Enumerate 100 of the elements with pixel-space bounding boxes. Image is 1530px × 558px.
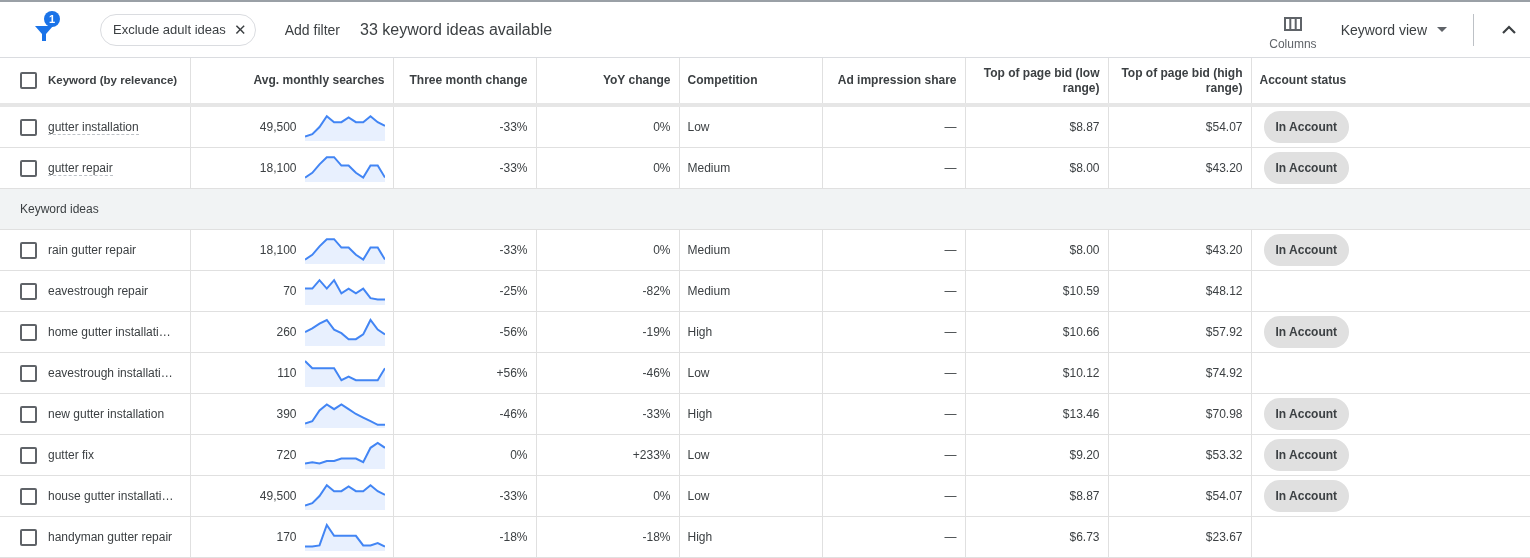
- table-cell: Low: [687, 120, 710, 134]
- column-header[interactable]: Three month change: [401, 73, 528, 88]
- table-cell: Medium: [687, 243, 731, 257]
- table-cell: —: [944, 325, 957, 339]
- keyword-text: gutter repair: [48, 161, 113, 176]
- table-cell: —: [944, 284, 957, 298]
- status-chip: In Account: [1263, 111, 1350, 143]
- table-cell: —: [944, 407, 957, 421]
- table-cell: -18%: [499, 530, 528, 544]
- status-chip: In Account: [1263, 480, 1350, 512]
- column-header[interactable]: Account status: [1259, 73, 1522, 88]
- table-cell: $10.66: [1062, 325, 1100, 339]
- table-cell: Low: [687, 448, 710, 462]
- table-cell: +56%: [496, 366, 528, 380]
- table-cell: —: [944, 120, 957, 134]
- table-cell: High: [687, 407, 713, 421]
- table-cell: -33%: [499, 243, 528, 257]
- add-filter-button[interactable]: Add filter: [284, 21, 340, 38]
- table-cell: 0%: [510, 448, 528, 462]
- table-cell: -25%: [499, 284, 528, 298]
- chip-label: Exclude adult ideas: [113, 22, 226, 37]
- table-cell: High: [687, 325, 713, 339]
- column-header[interactable]: Top of page bid (high range): [1116, 65, 1243, 96]
- column-header[interactable]: Top of page bid (low range): [973, 65, 1100, 96]
- table-cell: $54.07: [1205, 120, 1243, 134]
- column-header[interactable]: Ad impression share: [830, 73, 957, 88]
- table-cell: $54.07: [1205, 489, 1243, 503]
- table-cell: $43.20: [1205, 243, 1243, 257]
- column-header[interactable]: Keyword (by relevance): [48, 73, 182, 88]
- filter-count-badge: 1: [44, 10, 60, 27]
- columns-icon: [1283, 16, 1302, 31]
- search-volume: 49,500: [259, 489, 297, 503]
- search-volume: 18,100: [259, 161, 297, 175]
- row-checkbox[interactable]: [20, 159, 37, 177]
- row-checkbox[interactable]: [20, 241, 37, 259]
- close-button[interactable]: ✕: [233, 20, 247, 39]
- keyword-view-dropdown[interactable]: Keyword view: [1340, 21, 1447, 38]
- section-title: Keyword ideas: [20, 202, 99, 216]
- table-cell: $8.87: [1069, 120, 1100, 134]
- row-checkbox[interactable]: [20, 405, 37, 423]
- search-volume: 18,100: [259, 243, 297, 257]
- collapse-icon[interactable]: [1502, 25, 1516, 34]
- table-cell: $6.73: [1069, 530, 1100, 544]
- table-cell: $53.32: [1205, 448, 1243, 462]
- row-checkbox[interactable]: [20, 446, 37, 464]
- table-cell: —: [944, 243, 957, 257]
- table-cell: —: [944, 489, 957, 503]
- row-checkbox[interactable]: [20, 323, 37, 341]
- column-header[interactable]: Competition: [687, 73, 814, 88]
- keyword-text: house gutter installati…: [48, 489, 174, 503]
- table-cell: -33%: [499, 489, 528, 503]
- status-chip: In Account: [1263, 316, 1350, 348]
- table-cell: 0%: [653, 489, 671, 503]
- table-cell: $57.92: [1205, 325, 1243, 339]
- search-volume: 720: [276, 448, 297, 462]
- keyword-text: gutter installation: [48, 120, 139, 135]
- table-cell: —: [944, 161, 957, 175]
- table-cell: +233%: [632, 448, 671, 462]
- row-checkbox[interactable]: [20, 118, 37, 136]
- keyword-text: eavestrough repair: [48, 284, 149, 298]
- columns-button[interactable]: Columns: [1269, 16, 1317, 51]
- table-cell: $43.20: [1205, 161, 1243, 175]
- keyword-text: rain gutter repair: [48, 243, 137, 257]
- table-cell: -46%: [499, 407, 528, 421]
- table-cell: $10.59: [1062, 284, 1100, 298]
- results-summary: 33 keyword ideas available: [360, 20, 553, 39]
- table-cell: $74.92: [1205, 366, 1243, 380]
- row-checkbox[interactable]: [20, 487, 37, 505]
- search-volume: 170: [276, 530, 297, 544]
- column-header[interactable]: YoY change: [544, 73, 671, 88]
- table-cell: -33%: [499, 161, 528, 175]
- search-volume: 110: [277, 366, 297, 380]
- table-cell: -82%: [642, 284, 671, 298]
- table-cell: 0%: [653, 120, 671, 134]
- status-chip: In Account: [1263, 152, 1350, 184]
- table-cell: -56%: [499, 325, 528, 339]
- row-checkbox[interactable]: [20, 364, 37, 382]
- row-checkbox[interactable]: [20, 528, 37, 546]
- select-all-checkbox[interactable]: [20, 72, 37, 89]
- table-cell: -33%: [642, 407, 671, 421]
- table-cell: -33%: [499, 120, 528, 134]
- table-cell: 0%: [653, 243, 671, 257]
- table-cell: $8.00: [1069, 161, 1100, 175]
- table-cell: $48.12: [1205, 284, 1243, 298]
- table-cell: Medium: [687, 284, 731, 298]
- column-header[interactable]: Avg. monthly searches: [198, 73, 385, 88]
- table-cell: Low: [687, 366, 710, 380]
- search-volume: 390: [276, 407, 297, 421]
- table-cell: —: [944, 530, 957, 544]
- table-cell: 0%: [653, 161, 671, 175]
- table-cell: $10.12: [1062, 366, 1100, 380]
- status-chip: In Account: [1263, 234, 1350, 266]
- row-checkbox[interactable]: [20, 282, 37, 300]
- table-cell: Medium: [687, 161, 731, 175]
- table-cell: -18%: [642, 530, 671, 544]
- status-chip: In Account: [1263, 439, 1350, 471]
- table-cell: $9.20: [1069, 448, 1100, 462]
- keyword-text: home gutter installati…: [48, 325, 171, 339]
- keyword-text: handyman gutter repair: [48, 530, 173, 544]
- table-cell: $70.98: [1205, 407, 1243, 421]
